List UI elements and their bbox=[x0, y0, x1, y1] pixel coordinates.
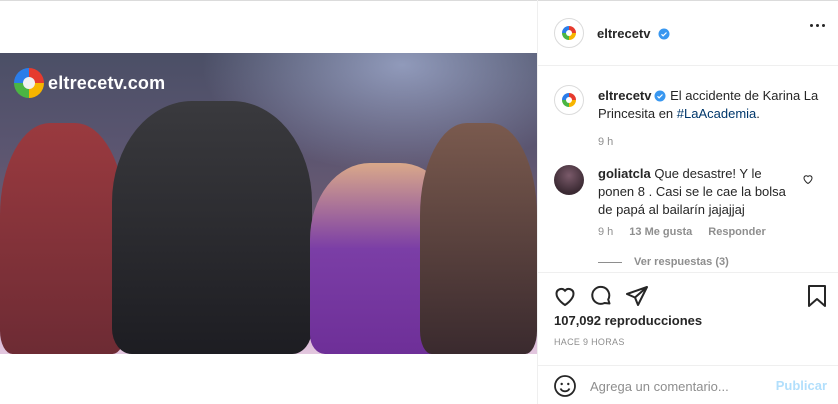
save-button[interactable] bbox=[804, 283, 830, 309]
header-user: eltrecetv bbox=[597, 25, 670, 43]
caption-suffix: . bbox=[756, 106, 760, 121]
video-figure-musicians bbox=[420, 123, 537, 354]
eltrece-logo-icon bbox=[562, 26, 576, 40]
post-timestamp: HACE 9 HORAS bbox=[554, 337, 625, 347]
caption-hashtag[interactable]: #LaAcademia bbox=[677, 106, 757, 121]
replies-line bbox=[598, 261, 622, 263]
commenter-avatar[interactable] bbox=[554, 165, 584, 195]
caption-avatar[interactable] bbox=[554, 85, 584, 115]
verified-badge-icon bbox=[654, 90, 666, 102]
heart-icon bbox=[555, 288, 575, 307]
publish-button[interactable]: Publicar bbox=[776, 378, 827, 393]
account-avatar[interactable] bbox=[554, 18, 584, 48]
header-username[interactable]: eltrecetv bbox=[597, 26, 650, 41]
comment-body: goliatcla Que desastre! Y le ponen 8 . C… bbox=[598, 165, 798, 219]
reply-button[interactable]: Responder bbox=[708, 226, 765, 238]
instagram-post-page: eltrecetv.com eltrecetv eltrecetv El acc… bbox=[0, 0, 838, 404]
eltrece-logo-icon bbox=[14, 68, 44, 98]
post-header: eltrecetv bbox=[538, 0, 838, 66]
comment-input[interactable] bbox=[590, 376, 770, 396]
post-actions: 107,092 reproducciones HACE 9 HORAS Publ… bbox=[538, 272, 838, 404]
eltrece-logo-icon bbox=[562, 93, 576, 107]
smiley-icon bbox=[554, 375, 576, 397]
post-caption: eltrecetv El accidente de Karina La Prin… bbox=[598, 87, 824, 151]
like-button[interactable] bbox=[552, 283, 578, 309]
paper-plane-icon bbox=[626, 286, 648, 306]
post-side-panel: eltrecetv eltrecetv El accidente de Kari… bbox=[537, 0, 838, 404]
view-replies-label[interactable]: Ver respuestas (3) bbox=[634, 256, 729, 268]
emoji-button[interactable] bbox=[552, 373, 578, 399]
comment-button[interactable] bbox=[588, 283, 614, 309]
watermark-text: eltrecetv.com bbox=[48, 72, 166, 93]
comment-composer: Publicar bbox=[538, 365, 838, 404]
share-button[interactable] bbox=[624, 283, 650, 309]
view-count[interactable]: 107,092 reproducciones bbox=[554, 313, 702, 328]
caption-username[interactable]: eltrecetv bbox=[598, 88, 651, 103]
bookmark-icon bbox=[808, 285, 826, 307]
view-replies-toggle[interactable]: Ver respuestas (3) bbox=[598, 256, 729, 268]
channel-watermark: eltrecetv.com bbox=[14, 68, 165, 98]
comment-meta: 9 h 13 Me gusta Responder bbox=[598, 226, 766, 238]
caption-time: 9 h bbox=[598, 136, 614, 148]
comment-bubble-icon bbox=[591, 285, 611, 305]
video-figure-guitarist bbox=[0, 123, 125, 354]
verified-badge-icon bbox=[658, 28, 670, 40]
comment-time: 9 h bbox=[598, 226, 614, 238]
comment-likes[interactable]: 13 Me gusta bbox=[629, 226, 692, 238]
more-options-icon[interactable] bbox=[810, 24, 825, 27]
video-player[interactable]: eltrecetv.com bbox=[0, 53, 537, 354]
video-figure-host bbox=[112, 101, 312, 354]
comment-username[interactable]: goliatcla bbox=[598, 166, 651, 181]
comment-like-heart-icon[interactable] bbox=[802, 173, 814, 185]
